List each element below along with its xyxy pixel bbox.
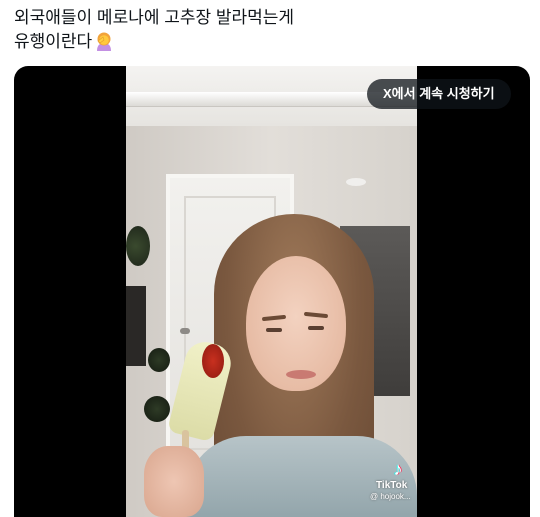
video-scene-shelf bbox=[126, 286, 146, 366]
video-scene-light bbox=[346, 178, 366, 186]
video-scene-plant bbox=[126, 226, 150, 266]
tiktok-watermark-brand: TikTok bbox=[376, 480, 408, 491]
video-scene-plant-3 bbox=[144, 396, 170, 422]
video-person-lips bbox=[286, 370, 316, 379]
video-person-hand bbox=[144, 446, 204, 517]
tweet-line-2-text: 유행이란다 bbox=[14, 32, 93, 51]
video-person-sweater bbox=[186, 436, 417, 517]
watch-on-x-button[interactable]: X에서 계속 시청하기 bbox=[367, 79, 511, 109]
tweet-line-2: 유행이란다 bbox=[14, 30, 514, 54]
video-popsicle-sauce bbox=[202, 344, 224, 378]
video-frame[interactable]: ♪ TikTok @ hojook... bbox=[126, 66, 417, 517]
tiktok-logo-icon: ♪ bbox=[393, 459, 403, 479]
video-person-eye-left bbox=[266, 328, 282, 332]
embedded-video[interactable]: ♪ TikTok @ hojook... X에서 계속 시청하기 bbox=[14, 66, 530, 517]
video-person-eye-right bbox=[308, 326, 324, 330]
tweet-text: 외국애들이 메로나에 고추장 발라먹는게 유행이란다 bbox=[14, 6, 514, 54]
tweet-line-1: 외국애들이 메로나에 고추장 발라먹는게 bbox=[14, 8, 295, 27]
woman-facepalming-emoji-icon bbox=[97, 32, 112, 51]
video-scene-door-knob bbox=[180, 328, 190, 334]
video-scene-plant-2 bbox=[148, 348, 170, 372]
tiktok-watermark-handle: @ hojook... bbox=[370, 492, 411, 501]
